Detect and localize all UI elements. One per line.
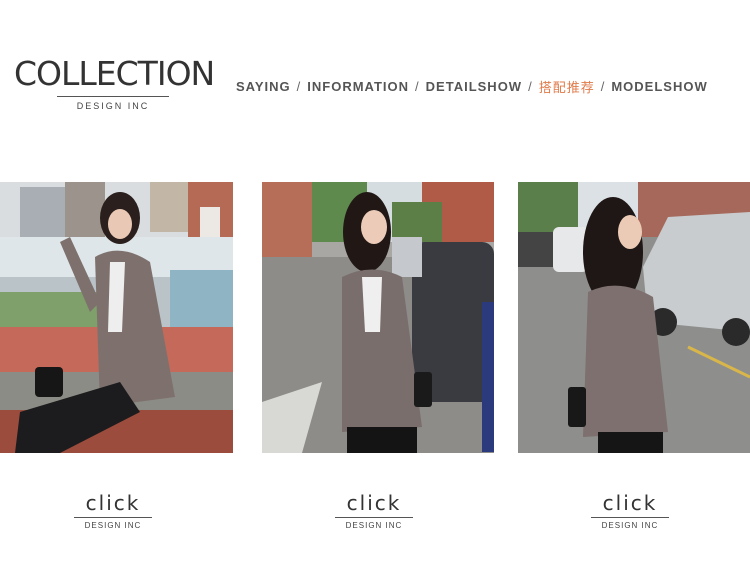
click-divider (591, 517, 669, 518)
nav-separator: / (528, 79, 533, 94)
nav-separator: / (600, 79, 606, 94)
brand-title: COLLECTION (14, 54, 215, 93)
click-label: click (85, 491, 141, 515)
click-button-2[interactable]: click DESIGN INC (334, 492, 414, 530)
nav-separator: / (415, 79, 420, 94)
click-button-3[interactable]: click DESIGN INC (590, 492, 670, 530)
click-subtitle: DESIGN INC (84, 521, 142, 530)
click-subtitle: DESIGN INC (601, 521, 659, 530)
nav-item-detailshow[interactable]: DETAILSHOW (426, 79, 522, 94)
section-nav: SAYING / INFORMATION / DETAILSHOW / 搭配推荐… (236, 77, 708, 96)
model-photo-side-street[interactable] (518, 182, 750, 453)
click-divider (335, 517, 413, 518)
brand-subtitle: DESIGN INC (76, 101, 150, 111)
click-divider (74, 517, 152, 518)
click-button-1[interactable]: click DESIGN INC (73, 492, 153, 530)
brand-block: COLLECTION DESIGN INC (14, 54, 215, 112)
brand-divider (57, 96, 169, 97)
nav-item-saying[interactable]: SAYING (236, 79, 291, 94)
click-subtitle: DESIGN INC (345, 521, 403, 530)
model-photo-seated[interactable] (0, 182, 233, 453)
click-label: click (346, 491, 402, 515)
nav-item-information[interactable]: INFORMATION (307, 79, 409, 94)
nav-item-modelshow[interactable]: MODELSHOW (611, 79, 707, 94)
nav-item-outfit-recommend[interactable]: 搭配推荐 (539, 77, 595, 96)
model-photo-standing-street[interactable] (262, 182, 494, 453)
click-label: click (602, 491, 658, 515)
nav-separator: / (296, 79, 302, 94)
